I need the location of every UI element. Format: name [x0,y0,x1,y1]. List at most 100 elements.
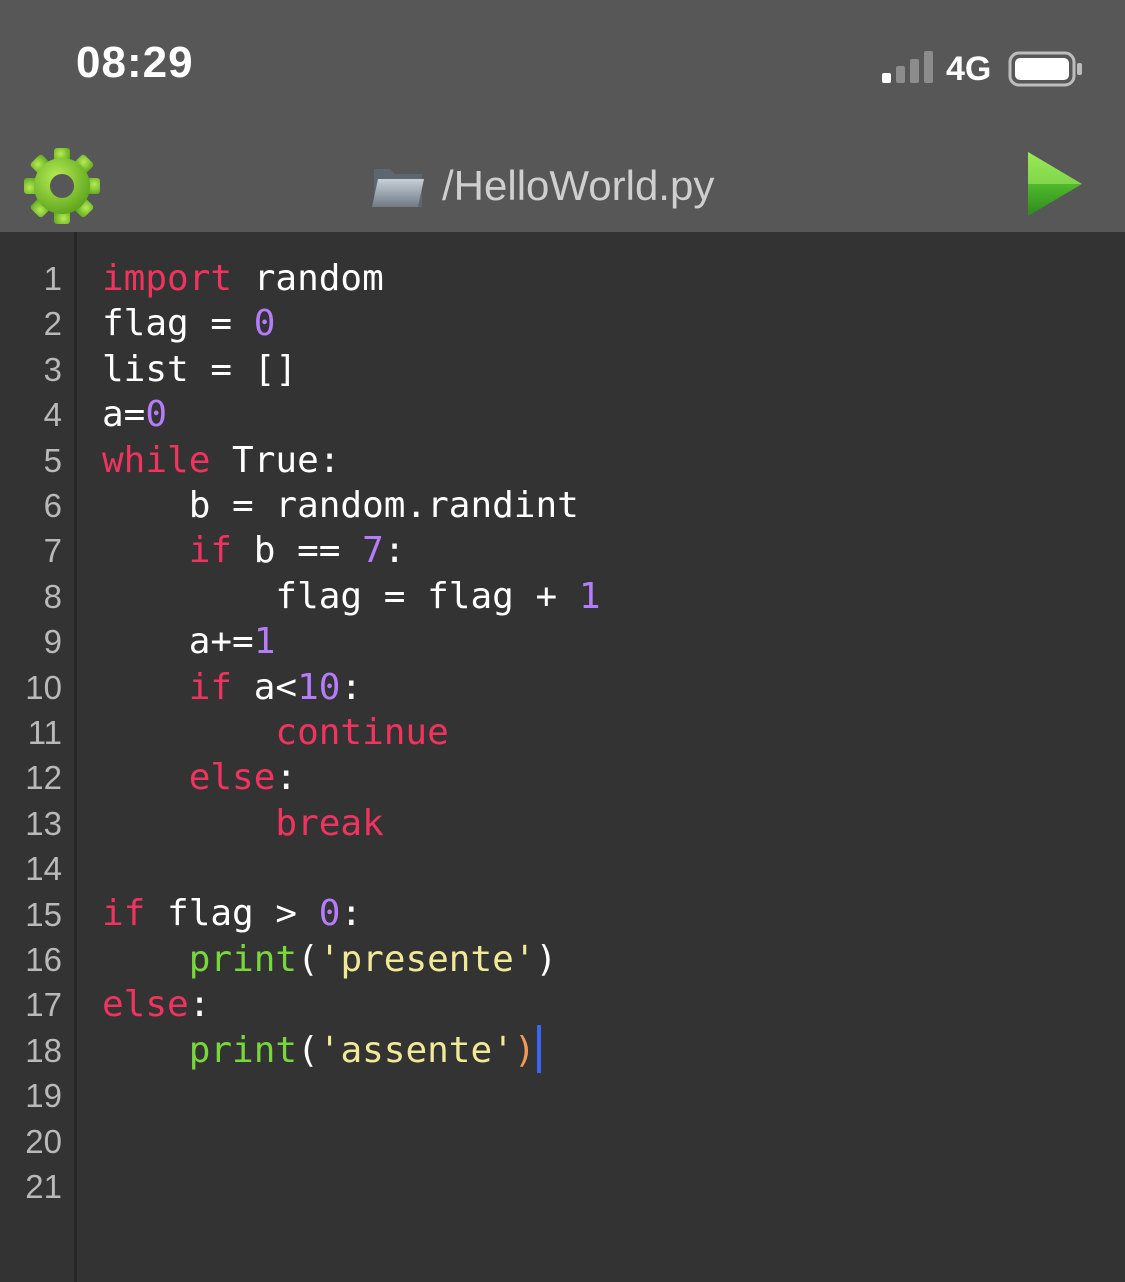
line-number: 2 [43,305,62,343]
code-line[interactable] [102,1073,1125,1118]
code-token: 0 [145,394,168,436]
line-number: 1 [43,260,62,297]
network-type: 4G [946,50,992,88]
code-token: 7 [362,530,384,572]
code-token: 1 [253,621,276,663]
code-line[interactable]: if flag > 0: [102,891,1125,936]
code-line[interactable]: break [102,801,1125,846]
code-token: if [188,666,233,708]
line-number: 21 [25,1168,62,1205]
line-number: 11 [27,714,62,751]
code-token: if [102,893,146,935]
code-token: 1 [578,575,601,617]
line-number-gutter: 1 2 3 4 5 6 7 8 9 10 11 12 13 14 15 16 17 18 19 20 21 [0,232,77,1282]
code-token: else [102,984,189,1026]
folder-icon [372,169,424,207]
line-number: 13 [25,804,62,842]
code-line[interactable]: if a<10: [102,665,1125,710]
code-line[interactable]: else: [102,982,1125,1027]
code-token: ( [297,938,319,980]
code-token: : [340,666,363,708]
battery-icon [1008,51,1082,87]
text-cursor [536,1024,541,1073]
line-number: 6 [43,487,62,524]
code-line[interactable] [102,846,1125,891]
code-line[interactable]: flag = flag + 1 [102,574,1125,619]
code-token: continue [275,711,449,753]
code-token: flag = [102,303,254,345]
line-number: 14 [25,850,62,888]
line-number: 15 [25,895,62,933]
line-number: 10 [25,668,62,706]
code-line[interactable]: print('presente') [102,937,1125,982]
file-title: /HelloWorld.py [442,162,715,209]
code-line[interactable] [102,1118,1125,1163]
code-line[interactable]: else: [102,755,1125,800]
code-token: ) [535,938,558,980]
code-line[interactable]: a+=1 [102,619,1125,664]
code-line[interactable]: while True: [102,438,1125,483]
code-token: random [232,258,384,299]
play-icon[interactable] [1024,150,1084,220]
line-number: 4 [43,396,62,434]
code-line[interactable]: a=0 [102,392,1125,437]
code-token: if [188,530,233,572]
gear-icon[interactable] [22,146,102,226]
code-line[interactable] [102,1164,1125,1209]
code-token: : [383,530,406,572]
code-line[interactable]: if b == 7: [102,528,1125,573]
code-token: while [102,439,211,481]
code-token: : [188,984,211,1026]
code-token: print [188,1029,298,1071]
code-token: 0 [253,303,276,345]
code-editor[interactable]: 1 2 3 4 5 6 7 8 9 10 11 12 13 14 15 16 17 18 19 20 21 import… [0,232,1125,1282]
line-number: 20 [25,1122,62,1160]
line-number: 17 [25,986,62,1024]
code-token: break [275,802,384,844]
code-token: 'presente' [318,938,536,980]
editor-toolbar: /HelloWorld.py [0,140,1125,232]
code-line[interactable]: import random [102,256,1125,301]
code-line[interactable]: flag = 0 [102,301,1125,346]
status-bar: 08:29 4G [0,0,1125,140]
file-title-area[interactable]: /HelloWorld.py [370,154,714,218]
signal-strength-icon [882,51,933,83]
code-line[interactable]: print('assente') [102,1024,1125,1073]
code-token: 'assente' [318,1029,514,1071]
code-line[interactable]: list = [] [102,347,1125,392]
code-line[interactable]: b = random.randint [102,483,1125,528]
code-token: flag = flag + [102,575,579,617]
line-number: 5 [43,441,62,479]
code-token: b == [232,530,363,572]
code-token: print [188,938,298,980]
code-token: a< [232,666,298,708]
line-number: 3 [43,350,62,388]
code-token: import [102,258,233,299]
code-token: flag > [145,893,319,935]
code-token: True: [210,439,341,481]
line-number: 16 [25,941,62,978]
code-token: ) [513,1029,536,1071]
code-token: : [275,757,298,799]
code-token: else [188,757,276,799]
code-token: list = [] [102,348,298,390]
line-number: 19 [25,1077,62,1115]
code-area[interactable]: import random flag = 0 list = [] a=0 while T… [102,256,1125,1209]
line-number: 12 [25,759,62,797]
line-number: 7 [43,532,62,570]
code-token: 0 [318,893,341,935]
code-line[interactable]: continue [102,710,1125,755]
code-token: ( [297,1029,319,1071]
code-token: a= [102,394,146,436]
line-number: 9 [43,623,62,661]
line-number: 18 [25,1031,62,1069]
code-token: : [340,893,363,935]
line-number: 8 [43,577,62,615]
